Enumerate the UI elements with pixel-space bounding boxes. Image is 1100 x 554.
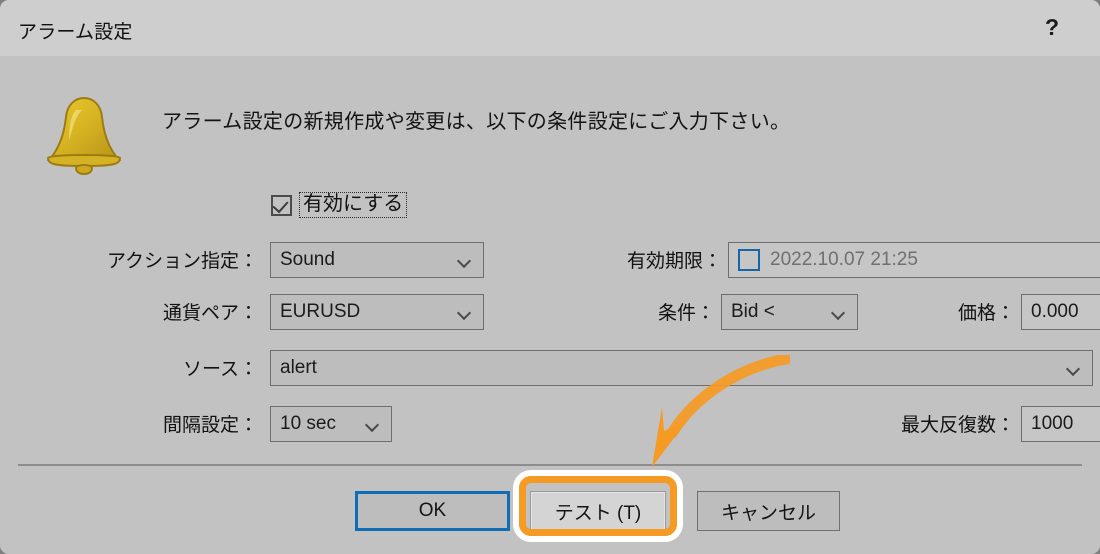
action-label: アクション指定：: [106, 251, 258, 272]
footer-divider: [18, 464, 1082, 466]
expiry-value: 2022.10.07 21:25: [770, 249, 918, 270]
test-button[interactable]: テスト (T): [530, 491, 666, 531]
symbol-label: 通貨ペア：: [162, 303, 258, 324]
price-label-wrap: 価格：: [905, 298, 1015, 325]
action-value: Sound: [280, 249, 335, 270]
enable-checkbox-row[interactable]: 有効にする: [271, 192, 408, 218]
max-iterations-label: 最大反復数：: [900, 415, 1015, 436]
help-icon[interactable]: ?: [1038, 12, 1066, 42]
cancel-button[interactable]: キャンセル: [697, 491, 840, 531]
symbol-combobox[interactable]: EURUSD: [270, 294, 484, 330]
enable-checkbox[interactable]: [271, 194, 292, 216]
action-label-wrap: アクション指定：: [106, 246, 258, 273]
timeout-value: 10 sec: [280, 413, 336, 434]
title-bar: アラーム設定 ?: [0, 0, 1100, 56]
chevron-down-icon: [1067, 364, 1081, 373]
timeout-combobox[interactable]: 10 sec: [270, 406, 392, 442]
condition-label: 条件：: [657, 303, 715, 324]
source-label-wrap: ソース：: [108, 354, 258, 381]
price-value: 0.000: [1031, 301, 1079, 322]
max-iterations-value: 1000: [1031, 413, 1074, 434]
condition-combobox[interactable]: Bid <: [721, 294, 858, 330]
chevron-down-icon: [458, 308, 472, 317]
bell-icon: [46, 96, 122, 175]
source-value: alert: [280, 357, 317, 378]
source-combobox[interactable]: alert: [270, 350, 1093, 386]
price-input[interactable]: 0.000: [1021, 294, 1100, 330]
symbol-value: EURUSD: [280, 301, 361, 322]
condition-label-wrap: 条件：: [620, 298, 715, 325]
action-combobox[interactable]: Sound: [270, 242, 484, 278]
timeout-label: 間隔設定：: [162, 415, 258, 436]
ok-button[interactable]: OK: [355, 491, 510, 531]
max-iterations-label-wrap: 最大反復数：: [855, 410, 1015, 437]
expiry-enable-checkbox[interactable]: [738, 249, 760, 271]
condition-value: Bid <: [731, 301, 775, 322]
chevron-down-icon: [832, 308, 846, 317]
chevron-down-icon: [366, 420, 380, 429]
symbol-label-wrap: 通貨ペア：: [108, 298, 258, 325]
timeout-label-wrap: 間隔設定：: [108, 410, 258, 437]
expiry-datetime-field[interactable]: 2022.10.07 21:25: [728, 242, 1100, 278]
expiry-label-wrap: 有効期限：: [592, 246, 722, 273]
enable-checkbox-label[interactable]: 有効にする: [299, 192, 408, 218]
window-title: アラーム設定: [18, 22, 133, 43]
dialog-body: アラーム設定の新規作成や変更は、以下の条件設定にご入力下さい。 有効にする アク…: [0, 56, 1100, 554]
screenshot-root: アラーム設定 ? アラーム設定の新規作成や変更は、以下の条件設定にご入力下さい。…: [0, 0, 1100, 554]
expiry-label: 有効期限：: [626, 251, 722, 272]
price-label: 価格：: [957, 303, 1015, 324]
intro-description: アラーム設定の新規作成や変更は、以下の条件設定にご入力下さい。: [162, 111, 791, 133]
alarm-settings-dialog: アラーム設定 ? アラーム設定の新規作成や変更は、以下の条件設定にご入力下さい。…: [0, 0, 1100, 554]
source-label: ソース：: [182, 359, 258, 380]
chevron-down-icon: [458, 256, 472, 265]
max-iterations-input[interactable]: 1000: [1021, 406, 1100, 442]
